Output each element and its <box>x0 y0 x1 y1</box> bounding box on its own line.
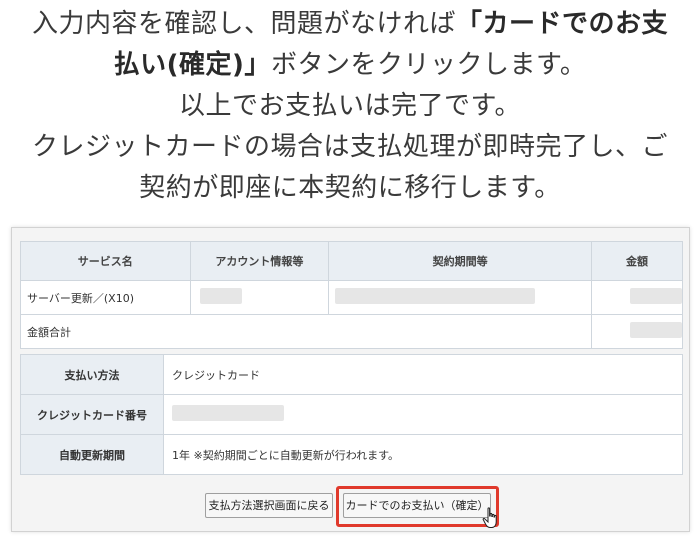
header-account-info: アカウント情報等 <box>189 241 330 281</box>
auto-renew-label: 自動更新期間 <box>20 434 164 475</box>
service-name-cell: サーバー更新／(X10) <box>20 280 191 315</box>
redacted-value <box>630 322 682 338</box>
back-to-payment-select-button[interactable]: 支払方法選択画面に戻る <box>205 493 333 518</box>
instruction-line-1-text: 入力内容を確認し、問題がなければ <box>31 9 456 39</box>
card-number-label: クレジットカード番号 <box>20 394 164 435</box>
instruction-line-3: 以上でお支払いは完了です。 <box>179 91 521 121</box>
contract-period-cell <box>328 280 593 315</box>
auto-renew-value: 1年 ※契約期間ごとに自動更新が行われます。 <box>163 434 683 475</box>
payment-method-label: 支払い方法 <box>20 354 164 395</box>
instruction-line-2-text: ボタンをクリックします。 <box>270 50 587 80</box>
header-service-name: サービス名 <box>20 241 191 281</box>
service-table: サービス名 アカウント情報等 契約期間等 金額 サーバー更新／(X10) 金額合… <box>19 241 683 349</box>
total-amount-cell <box>591 314 683 349</box>
total-label-cell: 金額合計 <box>19 314 593 349</box>
header-amount: 金額 <box>591 241 683 281</box>
amount-cell <box>591 280 683 315</box>
instruction-line-5: 契約が即座に本契約に移行します。 <box>139 173 561 203</box>
instruction-text: 入力内容を確認し、問題がなければ「カードでのお支 払い(確定)」ボタンをクリック… <box>0 4 700 209</box>
instruction-line-4: クレジットカードの場合は支払処理が即時完了し、ご <box>31 132 668 162</box>
confirm-card-payment-button[interactable]: カードでのお支払い（確定） <box>343 493 491 518</box>
instruction-line-2: 払い(確定)」ボタンをクリックします。 <box>0 45 700 86</box>
table-row: クレジットカード番号 <box>20 394 683 435</box>
payment-table: 支払い方法 クレジットカード クレジットカード番号 自動更新期間 1年 ※契約期… <box>20 354 683 475</box>
account-info-cell <box>189 280 330 315</box>
redacted-value <box>630 288 682 304</box>
service-table-header: サービス名 アカウント情報等 契約期間等 金額 <box>20 241 683 281</box>
confirmation-panel: サービス名 アカウント情報等 契約期間等 金額 サーバー更新／(X10) 金額合… <box>11 227 690 532</box>
table-row: 支払い方法 クレジットカード <box>20 354 683 395</box>
table-row: 自動更新期間 1年 ※契約期間ごとに自動更新が行われます。 <box>20 434 683 475</box>
table-row: 金額合計 <box>19 314 683 349</box>
header-contract-period: 契約期間等 <box>328 241 593 281</box>
instruction-line-2-bold: 払い(確定)」 <box>113 50 271 80</box>
instruction-line-1: 入力内容を確認し、問題がなければ「カードでのお支 <box>0 4 700 45</box>
redacted-value <box>335 288 536 304</box>
payment-method-value: クレジットカード <box>163 354 683 395</box>
redacted-value <box>199 288 242 304</box>
redacted-value <box>172 405 284 421</box>
card-number-value <box>163 394 683 435</box>
table-row: サーバー更新／(X10) <box>20 280 683 315</box>
instruction-line-1-bold: 「カードでのお支 <box>456 9 669 39</box>
hand-pointer-icon <box>482 507 497 528</box>
